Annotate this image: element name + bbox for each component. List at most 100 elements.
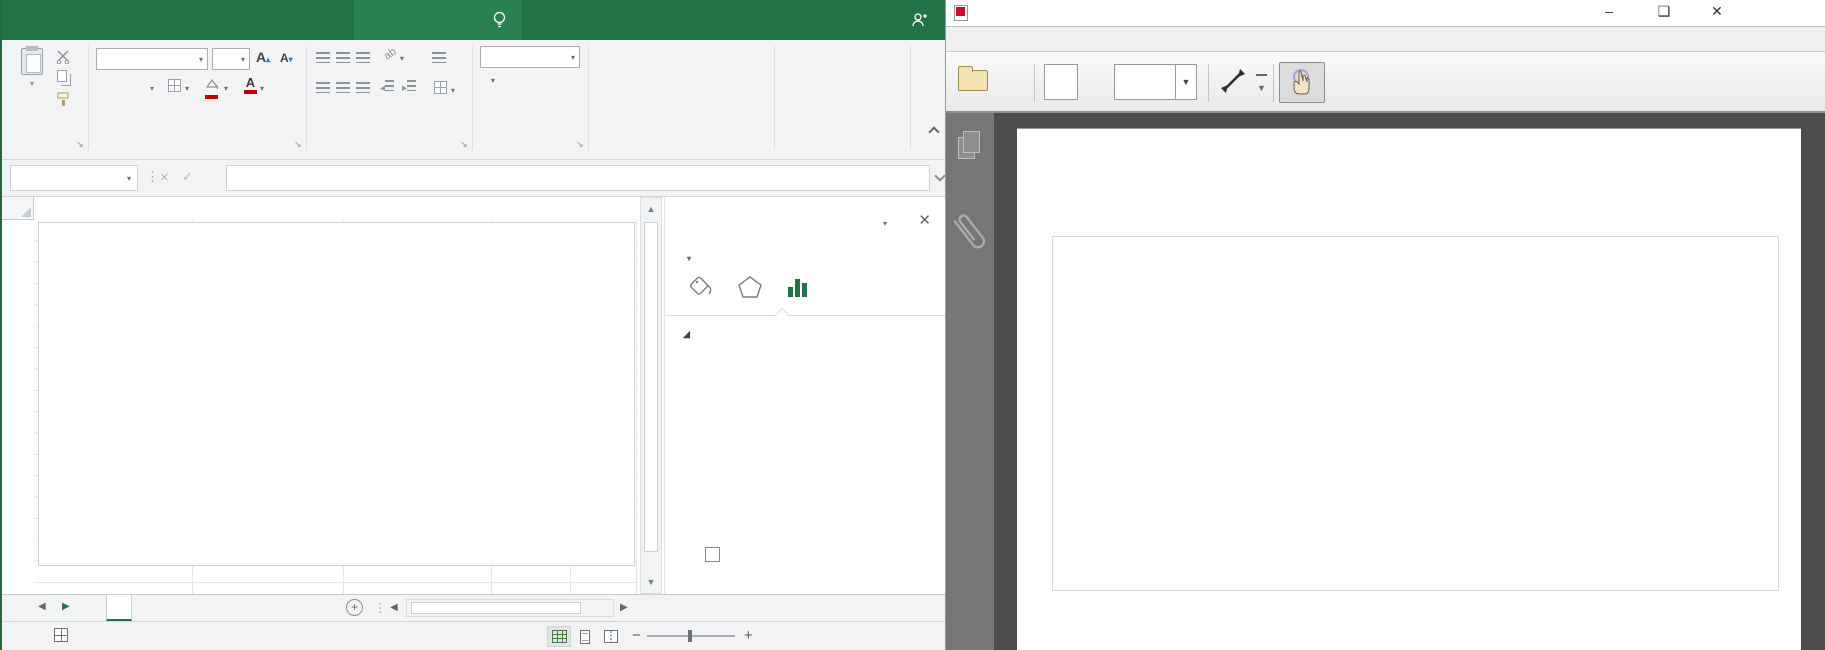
zoom-value-box[interactable] [1114,64,1176,100]
formula-input[interactable] [226,165,930,191]
sheet-tab-excel-2016-chart[interactable] [188,595,212,621]
panel-title-caret[interactable]: ▾ [883,219,887,228]
font-dialog-launcher[interactable]: ↘ [294,139,302,150]
effects-icon[interactable] [737,275,763,299]
zoom-in-button[interactable]: + [744,627,753,644]
worksheet[interactable] [2,197,664,594]
panel-tab-legend-options[interactable]: ▾ [687,249,691,264]
adobe-toolbar: ▼ ▼ [946,52,1825,113]
legend-options-icon[interactable] [785,275,811,299]
font-color-button[interactable]: A [244,75,257,94]
normal-view-icon[interactable] [547,626,571,647]
format-legend-panel: ▾ ✕ ▾ [664,197,945,594]
new-sheet-button[interactable]: + [346,599,363,616]
adobe-reader-window: – ❑ ✕ ▼ [945,0,1825,650]
horizontal-scroll-thumb[interactable] [411,602,581,614]
horizontal-scrollbar[interactable] [406,599,614,617]
fit-page-button[interactable] [1218,66,1248,101]
merge-center-caret[interactable]: ▾ [451,86,455,95]
hand-tool-button[interactable] [1279,62,1325,103]
scroll-up-arrow[interactable]: ▲ [642,199,660,219]
pdf-file-icon [954,5,968,21]
orientation-icon[interactable]: ab [382,46,399,63]
increase-indent-icon[interactable]: ▸ [402,80,416,94]
align-bottom-icon[interactable] [356,52,370,63]
name-box[interactable]: ▾ [10,165,138,191]
decrease-font-button[interactable]: A▾ [280,51,293,65]
zoom-slider-thumb[interactable] [688,630,692,642]
alignment-dialog-launcher[interactable]: ↘ [460,139,468,150]
underline-caret[interactable]: ▾ [150,84,154,93]
vertical-scroll-thumb[interactable] [644,222,658,552]
open-button[interactable] [958,70,996,91]
font-color-caret[interactable]: ▾ [260,84,264,93]
cut-icon[interactable] [56,50,71,64]
collapse-ribbon-chevron[interactable] [928,126,939,137]
sheet-tab-barchart[interactable] [106,595,132,621]
orientation-caret[interactable]: ▾ [400,54,404,63]
clipboard-dialog-launcher[interactable]: ↘ [76,139,84,150]
vertical-scrollbar[interactable]: ▲ ▼ [640,197,662,594]
adobe-nav-strip [946,113,994,650]
share-person-icon [911,12,927,28]
maximize-icon[interactable]: ❑ [1651,3,1677,23]
decrease-indent-icon[interactable]: ◂ [380,80,394,94]
zoom-presets-dropdown[interactable]: ▼ [1256,74,1267,96]
hscroll-right-arrow[interactable]: ▶ [620,602,628,613]
panel-close-icon[interactable]: ✕ [918,211,931,229]
diagonal-arrows-icon [1218,66,1248,96]
page-thumbnails-icon[interactable] [958,131,980,159]
font-name-combo[interactable]: ▾ [96,48,208,70]
tell-me-box[interactable] [492,0,514,40]
select-all-corner[interactable] [2,197,34,220]
align-right-icon[interactable] [356,82,370,93]
excel-chart-object[interactable] [38,222,635,566]
pdf-chart [1052,236,1779,591]
pdf-page[interactable] [1017,128,1801,650]
cancel-entry-icon[interactable]: × [160,169,169,186]
confirm-entry-icon[interactable]: ✓ [182,169,193,185]
fill-color-caret[interactable]: ▾ [224,84,228,93]
format-painter-icon[interactable] [56,92,71,107]
adobe-menu-bar [946,27,1825,52]
expand-formula-bar-chevron[interactable] [934,170,945,181]
overlap-checkbox[interactable] [705,547,720,562]
fill-color-button[interactable] [205,77,219,99]
align-left-icon[interactable] [316,82,330,93]
borders-icon[interactable] [168,79,181,92]
accounting-format-button[interactable]: ▾ [486,76,495,85]
align-middle-icon[interactable] [336,52,350,63]
minimize-icon[interactable]: – [1596,3,1622,23]
legend-options-section-header[interactable]: ◢ [683,329,697,340]
close-icon[interactable]: ✕ [1704,3,1730,23]
sheet-nav-right-icon[interactable]: ▶ [62,601,70,612]
scroll-down-arrow[interactable]: ▼ [642,572,660,592]
number-format-combo[interactable]: ▾ [480,46,580,68]
adobe-document-area[interactable] [946,113,1825,650]
share-button[interactable] [911,0,933,40]
wrap-text-icon[interactable] [432,52,446,63]
attachments-paperclip-icon[interactable] [954,208,988,260]
merge-center-icon[interactable] [434,81,447,94]
page-number-input[interactable] [1044,64,1078,100]
fill-line-icon[interactable] [689,275,715,299]
overlap-checkbox-row[interactable] [705,545,939,562]
paste-button[interactable]: ▾ [12,48,52,88]
open-folder-icon [958,70,988,91]
macro-record-icon[interactable] [54,628,68,642]
increase-font-button[interactable]: A▴ [256,49,270,65]
number-dialog-launcher[interactable]: ↘ [576,139,584,150]
font-size-combo[interactable]: ▾ [212,48,250,70]
align-center-icon[interactable] [336,82,350,93]
sheet-nav-left-icon[interactable]: ◀ [38,601,46,612]
adobe-title-bar[interactable]: – ❑ ✕ [946,0,1825,27]
borders-caret[interactable]: ▾ [185,84,189,93]
align-top-icon[interactable] [316,52,330,63]
page-layout-view-icon[interactable] [573,626,597,647]
copy-icon[interactable] [57,70,67,82]
zoom-out-button[interactable]: − [632,627,641,644]
zoom-dropdown-button[interactable]: ▼ [1175,64,1197,100]
paste-icon [21,48,43,75]
hscroll-left-arrow[interactable]: ◀ [390,602,398,613]
page-break-preview-icon[interactable] [599,626,623,647]
